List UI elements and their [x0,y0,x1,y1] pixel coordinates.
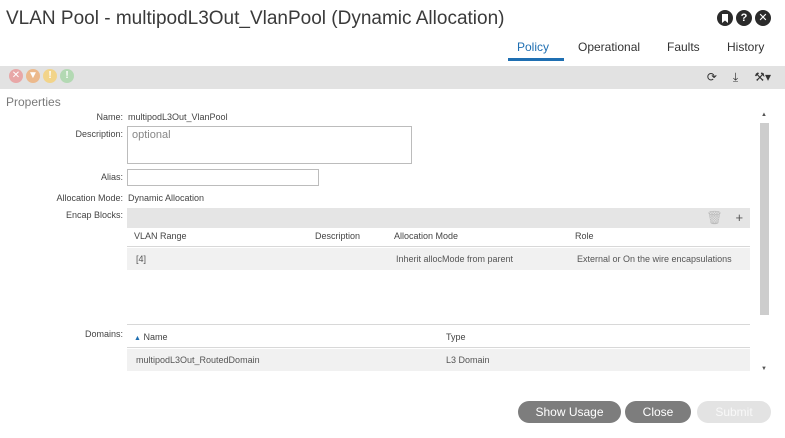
tab-bar: Policy Operational Faults History [0,40,785,62]
scroll-up-icon[interactable]: ▲ [761,112,767,118]
description-field[interactable]: optional [127,126,412,164]
encap-blocks-actions: 🗑 + [706,210,743,226]
critical-fault-icon[interactable]: ✕ [9,69,23,83]
add-icon[interactable]: + [736,210,744,226]
column-header-vlan-range[interactable]: VLAN Range [134,231,187,241]
divider [127,246,750,247]
cell-domain-name: multipodL3Out_RoutedDomain [136,355,260,365]
tab-faults[interactable]: Faults [667,40,700,54]
cell-domain-type: L3 Domain [446,355,490,365]
domains-label: Domains: [84,329,123,339]
submit-button[interactable]: Submit [697,401,771,423]
show-usage-button[interactable]: Show Usage [518,401,621,423]
divider [127,324,750,325]
name-value: multipodL3Out_VlanPool [128,112,228,122]
column-header-role[interactable]: Role [575,231,594,241]
sort-ascending-icon: ▲ [134,335,141,342]
cell-allocation-mode: Inherit allocMode from parent [396,254,514,264]
delete-icon[interactable]: 🗑 [706,210,723,226]
column-header-type[interactable]: Type [446,332,466,342]
scroll-down-icon[interactable]: ▼ [761,366,767,372]
bookmark-icon[interactable] [717,10,733,26]
cell-vlan-range: [4] [136,254,147,264]
alias-field[interactable] [127,169,319,186]
tab-history[interactable]: History [727,40,764,54]
header-icons: ? ✕ [717,10,771,26]
column-header-description[interactable]: Description [315,231,360,241]
encap-blocks-label: Encap Blocks: [65,210,123,220]
page-title: VLAN Pool - multipodL3Out_VlanPool (Dyna… [6,8,505,29]
column-header-allocation-mode[interactable]: Allocation Mode [394,231,458,241]
minor-fault-icon[interactable]: ! [43,69,57,83]
toolbar-actions: ⟳ ⤓ ⚒▾ [707,70,771,85]
download-icon[interactable]: ⤓ [733,70,738,85]
allocation-mode-label: Allocation Mode: [56,193,123,203]
alias-label: Alias: [100,172,123,182]
tools-menu-icon[interactable]: ⚒▾ [754,70,771,85]
refresh-icon[interactable]: ⟳ [707,70,717,85]
toolbar [0,66,785,89]
properties-heading: Properties [6,95,61,109]
fault-summary: ✕ ▼ ! ! [9,69,74,83]
scrollbar-thumb[interactable] [760,123,769,315]
warning-fault-icon[interactable]: ! [60,69,74,83]
column-header-name[interactable]: ▲ Name [134,332,167,342]
tab-operational[interactable]: Operational [578,40,640,54]
column-header-name-label: Name [143,332,168,342]
divider [127,347,750,348]
encap-blocks-toolbar [127,208,750,228]
help-icon[interactable]: ? [736,10,752,26]
close-icon[interactable]: ✕ [755,10,771,26]
major-fault-icon[interactable]: ▼ [26,69,40,83]
close-button[interactable]: Close [625,401,691,423]
name-label: Name: [96,112,123,122]
active-tab-indicator [508,58,564,61]
cell-role: External or On the wire encapsulations [577,254,732,264]
allocation-mode-value: Dynamic Allocation [128,193,205,203]
tab-policy[interactable]: Policy [517,40,549,54]
description-label: Description: [75,129,123,139]
